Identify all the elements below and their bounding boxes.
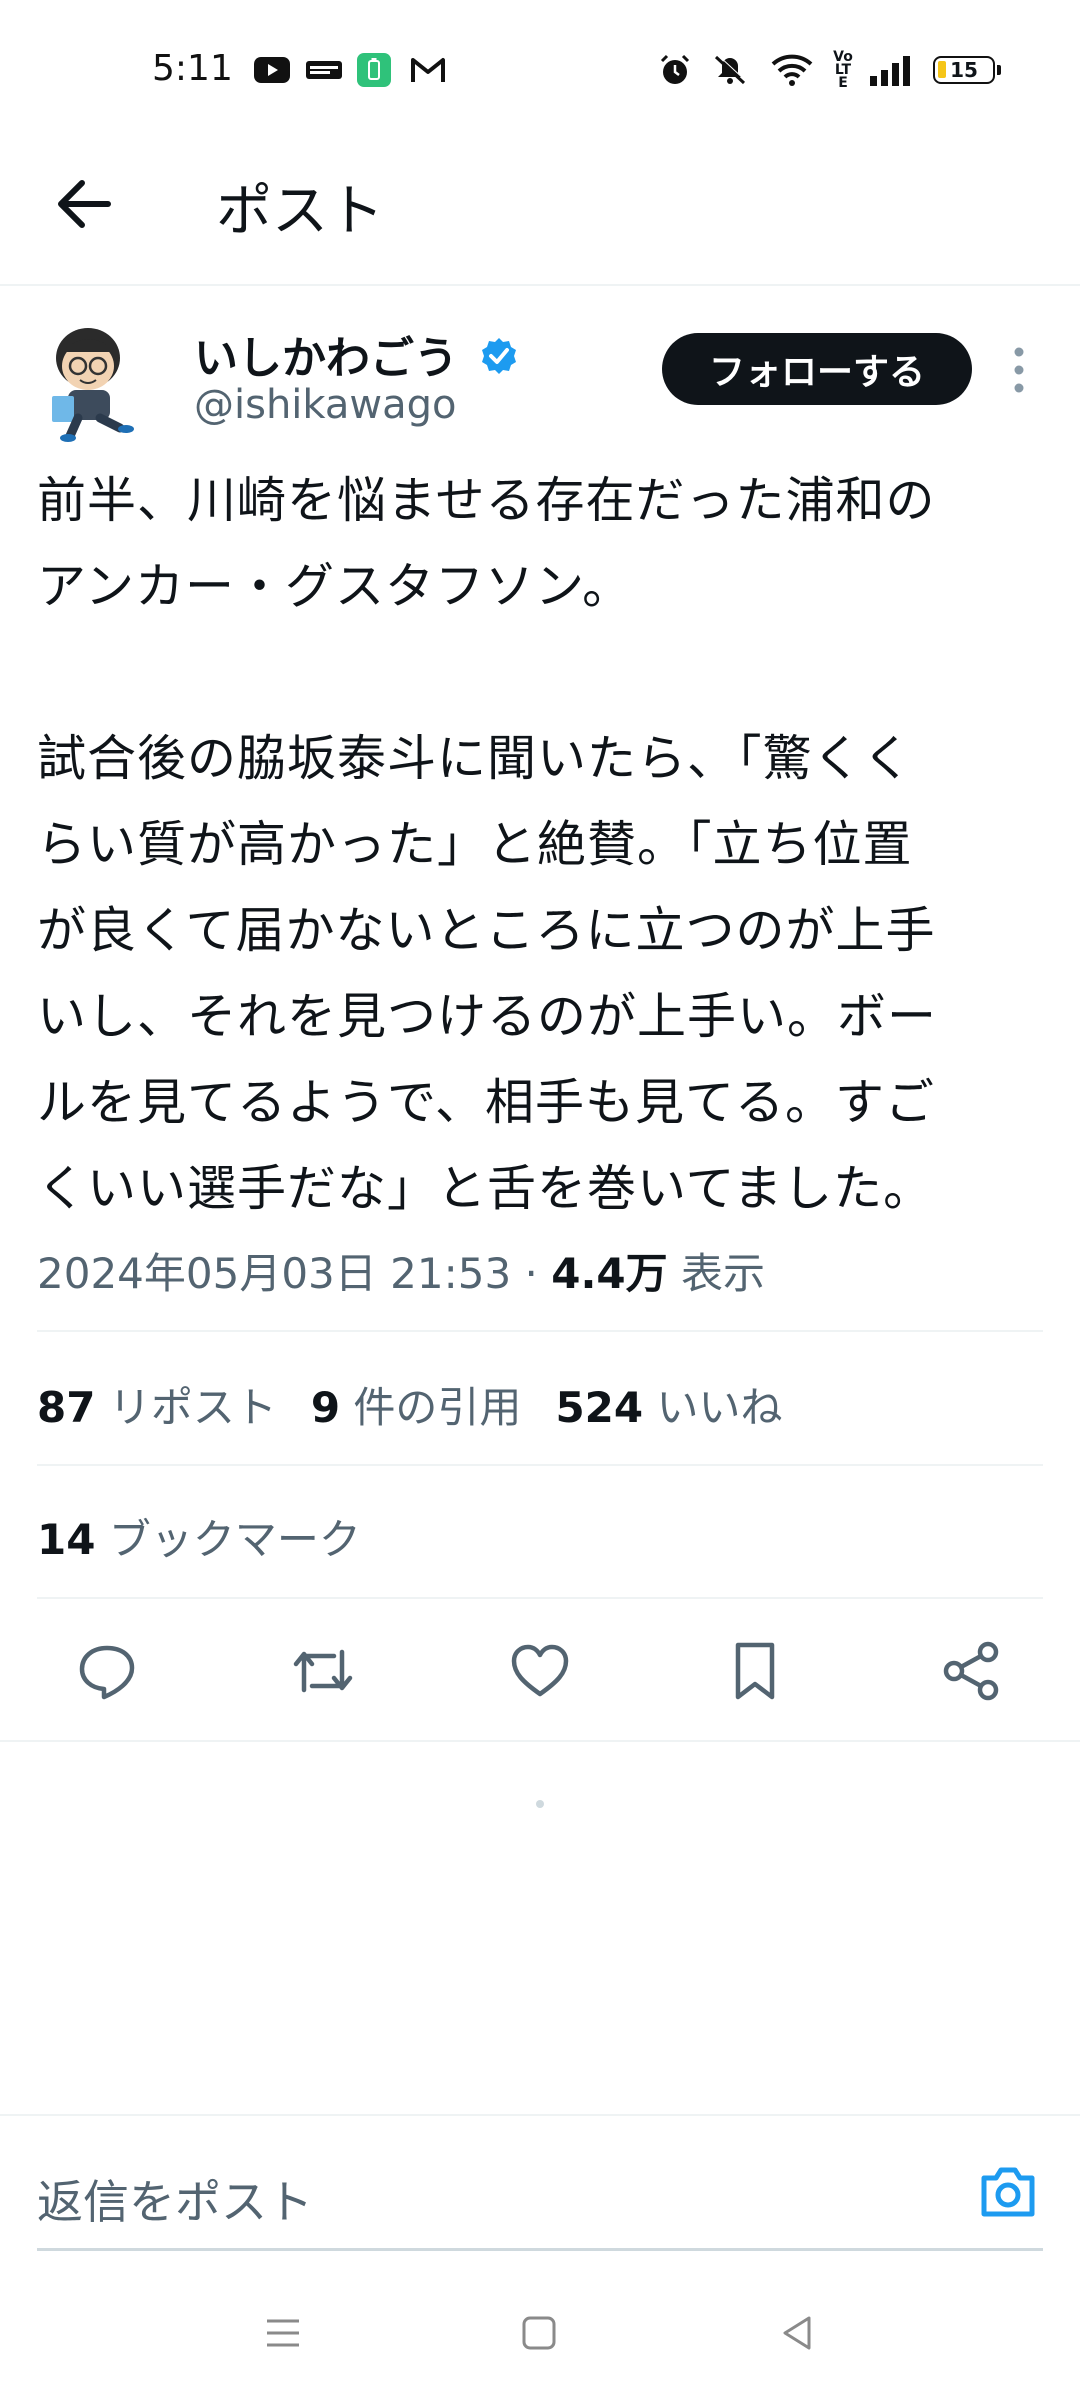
volte-icon: Vo LTE: [826, 50, 860, 90]
divider: [37, 1597, 1043, 1599]
tweet-meta: 2024年05月03日 21:53 · 4.4万 表示: [37, 1240, 765, 1301]
volte-label: Vo LTE: [833, 48, 853, 91]
user-handle[interactable]: @ishikawago: [194, 382, 456, 428]
bookmark-icon[interactable]: [720, 1636, 790, 1706]
menu-nav-icon[interactable]: [258, 2308, 308, 2358]
gmail-icon: [408, 55, 448, 85]
signal-icon: [868, 55, 916, 86]
battery-icon: 15: [928, 55, 1001, 85]
reposts-stat[interactable]: 87 リポスト: [37, 1383, 277, 1432]
header-divider: [0, 284, 1080, 286]
quotes-stat[interactable]: 9 件の引用: [311, 1383, 522, 1432]
reposts-count: 87: [37, 1383, 96, 1432]
reply-icon[interactable]: [72, 1636, 142, 1706]
repost-icon[interactable]: [288, 1636, 358, 1706]
quotes-count: 9: [310, 1383, 341, 1432]
bookmarks-stat[interactable]: 14 ブックマーク: [37, 1506, 361, 1567]
back-nav-icon[interactable]: [772, 2308, 822, 2358]
verified-badge-icon: [479, 336, 519, 387]
bookmarks-count: 14: [37, 1515, 96, 1564]
section-divider: [0, 1740, 1080, 1742]
youtube-icon: [252, 55, 292, 85]
reply-input[interactable]: 返信をポスト: [37, 2166, 313, 2232]
home-nav-icon[interactable]: [514, 2308, 564, 2358]
battery-level: 15: [950, 58, 978, 82]
views-label: 表示: [681, 1249, 766, 1298]
status-time: 5:11: [152, 48, 233, 89]
tweet-text: 前半、川崎を悩ませる存在だった浦和の アンカー・グスタフソン。 試合後の脇坂泰斗…: [37, 472, 938, 1217]
bookmarks-label: ブックマーク: [108, 1515, 361, 1564]
likes-label: いいね: [656, 1383, 783, 1432]
divider: [37, 1330, 1043, 1332]
tweet-timestamp[interactable]: 2024年05月03日 21:53: [37, 1249, 511, 1298]
display-name[interactable]: いしかわごう: [194, 322, 519, 387]
battery-saver-icon: [356, 53, 392, 87]
reposts-label: リポスト: [108, 1383, 277, 1432]
display-name-text: いしかわごう: [194, 333, 458, 384]
likes-count: 524: [555, 1383, 644, 1432]
news-app-icon: [304, 55, 344, 85]
more-options-icon[interactable]: [1006, 342, 1032, 398]
mute-icon: [708, 54, 752, 85]
reply-bar-divider: [0, 2114, 1080, 2116]
divider: [37, 1464, 1043, 1466]
views-count: 4.4万: [551, 1249, 668, 1298]
likes-stat[interactable]: 524 いいね: [555, 1383, 782, 1432]
quotes-label: 件の引用: [353, 1383, 522, 1432]
reply-input-underline: [37, 2248, 1043, 2251]
page-title: ポスト: [216, 179, 384, 244]
follow-button[interactable]: フォローする: [662, 333, 972, 405]
meta-separator: ·: [511, 1249, 552, 1298]
avatar[interactable]: [34, 316, 152, 444]
share-icon[interactable]: [936, 1636, 1006, 1706]
wifi-icon: [770, 54, 814, 86]
back-arrow-icon[interactable]: [52, 172, 116, 236]
engagement-stats: 87 リポスト 9 件の引用 524 いいね: [37, 1374, 782, 1435]
like-icon[interactable]: [505, 1636, 575, 1706]
camera-icon[interactable]: [976, 2160, 1040, 2224]
loading-indicator: [536, 1800, 544, 1808]
alarm-icon: [656, 54, 694, 85]
